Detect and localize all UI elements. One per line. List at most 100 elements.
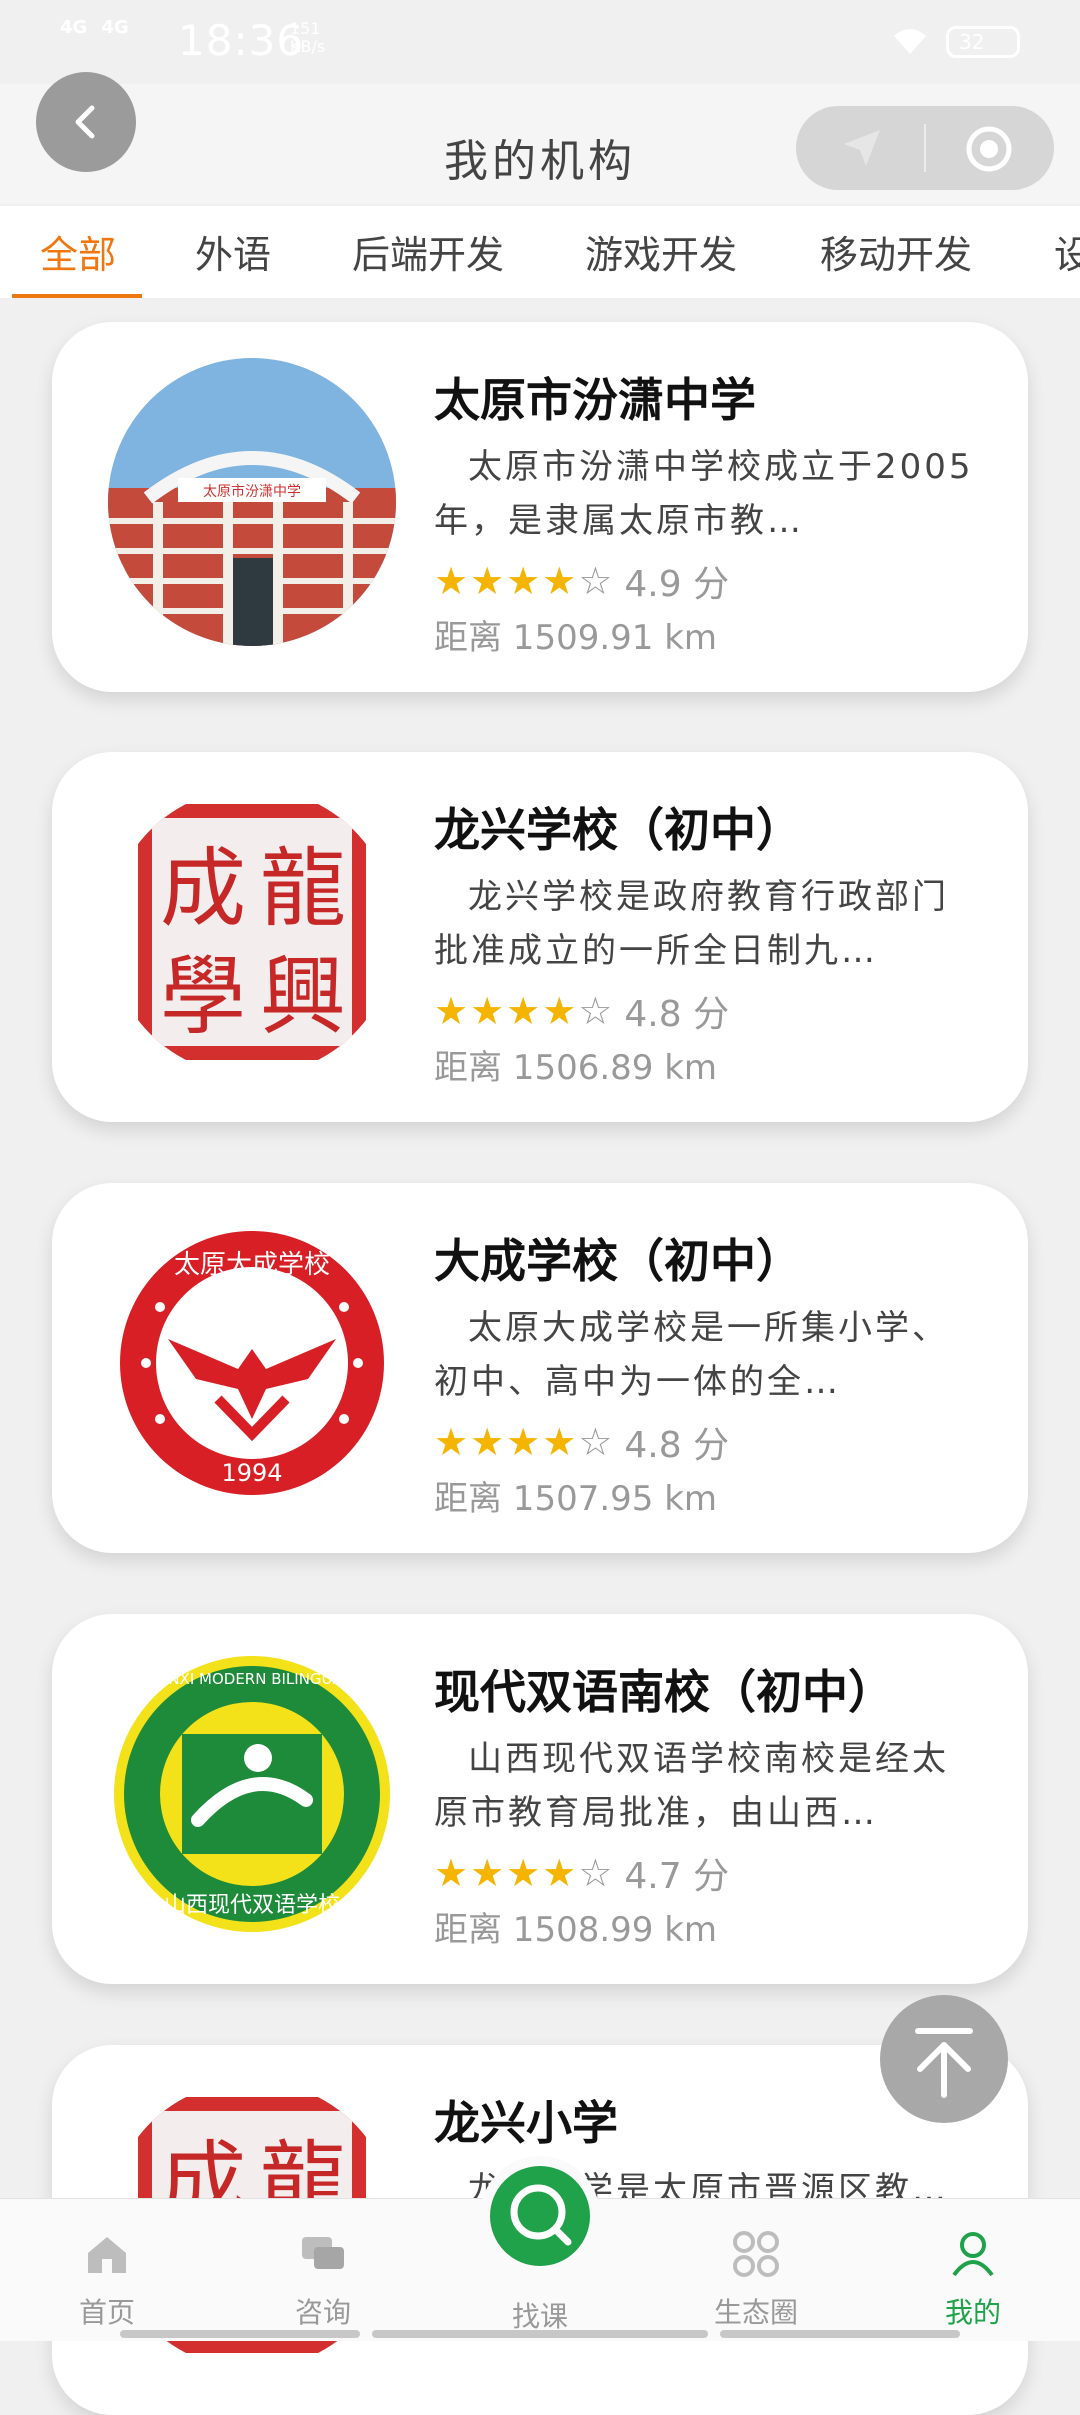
find-course-button[interactable]	[490, 2166, 590, 2266]
school-description: 太原市汾潇中学校成立于2005年，是隶属太原市教…	[434, 447, 974, 541]
tab-foreign-language[interactable]: 外语	[195, 224, 271, 279]
star-filled-icon: ★	[434, 1420, 469, 1464]
wifi-icon	[894, 29, 926, 54]
emblem-text: 太原大成学校	[174, 1250, 330, 1280]
nav-find-course-label: 找课	[511, 2300, 568, 2333]
seal-character: 興	[260, 947, 346, 1047]
nav-mine-label: 我的	[944, 2296, 1001, 2329]
score: 4.8 分	[624, 994, 730, 1035]
home-icon	[88, 2237, 126, 2273]
back-to-top-button[interactable]	[880, 1995, 1008, 2123]
battery-level: 32	[959, 30, 985, 54]
star-filled-icon: ★	[506, 1420, 541, 1464]
rating: ★ ★ ★ ★ ☆ 4.8 分	[434, 1415, 729, 1469]
star-filled-icon: ★	[470, 559, 505, 603]
star-filled-icon: ★	[542, 989, 577, 1033]
school-name: 大成学校（初中）	[434, 1234, 802, 1288]
emblem-text-cn: 山西现代双语学校	[164, 1893, 340, 1918]
school-logo: CHINA SHANXI MODERN BILINGUAL SCHOOL 山西现…	[108, 1650, 396, 1938]
nav-home[interactable]: 首页	[37, 2199, 177, 2341]
nav-ecosystem[interactable]: 生态圈	[686, 2199, 826, 2341]
star-filled-icon: ★	[542, 1420, 577, 1464]
category-tabs: 全部 外语 后端开发 游戏开发 移动开发 设	[0, 206, 1080, 298]
active-tab-indicator	[12, 294, 142, 298]
distance: 距离 1508.99 km	[434, 1910, 718, 1950]
seal-character: 成	[160, 839, 246, 939]
star-filled-icon: ★	[434, 1851, 469, 1895]
tab-backend-dev[interactable]: 后端开发	[352, 224, 504, 279]
chat-icon	[302, 2237, 344, 2269]
arrow-up-icon	[915, 2028, 973, 2098]
rating: ★ ★ ★ ★ ☆ 4.7 分	[434, 1846, 729, 1900]
user-icon	[952, 2232, 994, 2277]
school-card[interactable]: 成 龍 學 興 龙兴学校（初中） 龙兴学校是政府教育行政部门批准成立的一所全日制…	[52, 752, 1028, 1122]
star-empty-icon: ☆	[578, 1420, 613, 1464]
rating: ★ ★ ★ ★ ☆ 4.9 分	[434, 554, 729, 608]
signal-indicator: 4G 4G	[60, 18, 143, 38]
score: 4.8 分	[624, 1425, 730, 1466]
home-indicator	[720, 2330, 960, 2338]
school-card[interactable]: 太原大成学校 1994 大成学校（初中） 太原大成学校是一所集小学、初中、高中为…	[52, 1183, 1028, 1553]
location-arrow-icon[interactable]	[840, 126, 884, 170]
school-name: 太原市汾潇中学	[434, 373, 756, 427]
school-card[interactable]: 太原市汾潇中学 太原市汾潇中学 太原市汾潇中学校成立于2005年，是隶属太原市教…	[52, 322, 1028, 692]
nav-consult-label: 咨询	[294, 2296, 351, 2329]
signal1: 4G	[60, 17, 88, 38]
star-filled-icon: ★	[470, 1420, 505, 1464]
tab-more[interactable]: 设	[1054, 224, 1080, 279]
school-logo: 太原大成学校 1994	[108, 1219, 396, 1507]
tab-mobile-dev[interactable]: 移动开发	[820, 224, 972, 279]
close-circle-icon[interactable]	[964, 124, 1014, 174]
mini-program-capsule	[796, 106, 1054, 190]
school-name: 龙兴学校（初中）	[434, 803, 802, 857]
clock: 18:36	[178, 16, 305, 65]
nav-ecosystem-label: 生态圈	[713, 2296, 798, 2329]
star-empty-icon: ☆	[578, 1851, 613, 1895]
grid-icon	[733, 2231, 779, 2277]
tab-game-dev[interactable]: 游戏开发	[585, 224, 737, 279]
star-empty-icon: ☆	[578, 989, 613, 1033]
school-name: 龙兴小学	[434, 2096, 618, 2150]
school-card[interactable]: CHINA SHANXI MODERN BILINGUAL SCHOOL 山西现…	[52, 1614, 1028, 1984]
school-logo: 太原市汾潇中学	[108, 358, 396, 646]
battery-icon: 32	[946, 26, 1020, 58]
capsule-divider	[924, 124, 926, 172]
svg-text:太原市汾潇中学: 太原市汾潇中学	[203, 483, 301, 500]
nav-home-label: 首页	[78, 2296, 135, 2329]
search-icon	[510, 2184, 572, 2246]
star-filled-icon: ★	[470, 989, 505, 1033]
seal-character: 學	[160, 947, 246, 1047]
score: 4.9 分	[624, 564, 730, 605]
school-description: 太原大成学校是一所集小学、初中、高中为一体的全…	[434, 1308, 949, 1402]
school-name: 现代双语南校（初中）	[434, 1665, 894, 1719]
nav-consult[interactable]: 咨询	[253, 2199, 393, 2341]
home-indicator	[372, 2330, 708, 2338]
school-logo: 成 龍 學 興	[108, 788, 396, 1076]
star-filled-icon: ★	[506, 1851, 541, 1895]
network-speed-unit: KB/s	[290, 37, 326, 56]
star-filled-icon: ★	[506, 989, 541, 1033]
star-filled-icon: ★	[434, 989, 469, 1033]
star-filled-icon: ★	[506, 559, 541, 603]
emblem-year: 1994	[221, 1459, 282, 1487]
rating: ★ ★ ★ ★ ☆ 4.8 分	[434, 984, 729, 1038]
network-speed: 151 KB/s	[290, 20, 325, 56]
distance: 距离 1506.89 km	[434, 1048, 718, 1088]
distance: 距离 1507.95 km	[434, 1479, 718, 1519]
school-description: 山西现代双语学校南校是经太原市教育局批准，由山西…	[434, 1739, 949, 1833]
home-indicator	[120, 2330, 360, 2338]
score: 4.7 分	[624, 1856, 730, 1897]
seal-character: 龍	[260, 839, 346, 939]
status-bar: 4G 4G 18:36 151 KB/s 32	[0, 0, 1080, 84]
star-filled-icon: ★	[542, 1851, 577, 1895]
signal2: 4G	[101, 17, 129, 38]
distance: 距离 1509.91 km	[434, 618, 718, 658]
star-filled-icon: ★	[542, 559, 577, 603]
star-filled-icon: ★	[470, 1851, 505, 1895]
star-filled-icon: ★	[434, 559, 469, 603]
tab-all[interactable]: 全部	[40, 224, 116, 279]
network-speed-value: 151	[290, 19, 321, 38]
nav-mine[interactable]: 我的	[903, 2199, 1043, 2341]
school-description: 龙兴学校是政府教育行政部门批准成立的一所全日制九…	[434, 877, 949, 971]
star-empty-icon: ☆	[578, 559, 613, 603]
